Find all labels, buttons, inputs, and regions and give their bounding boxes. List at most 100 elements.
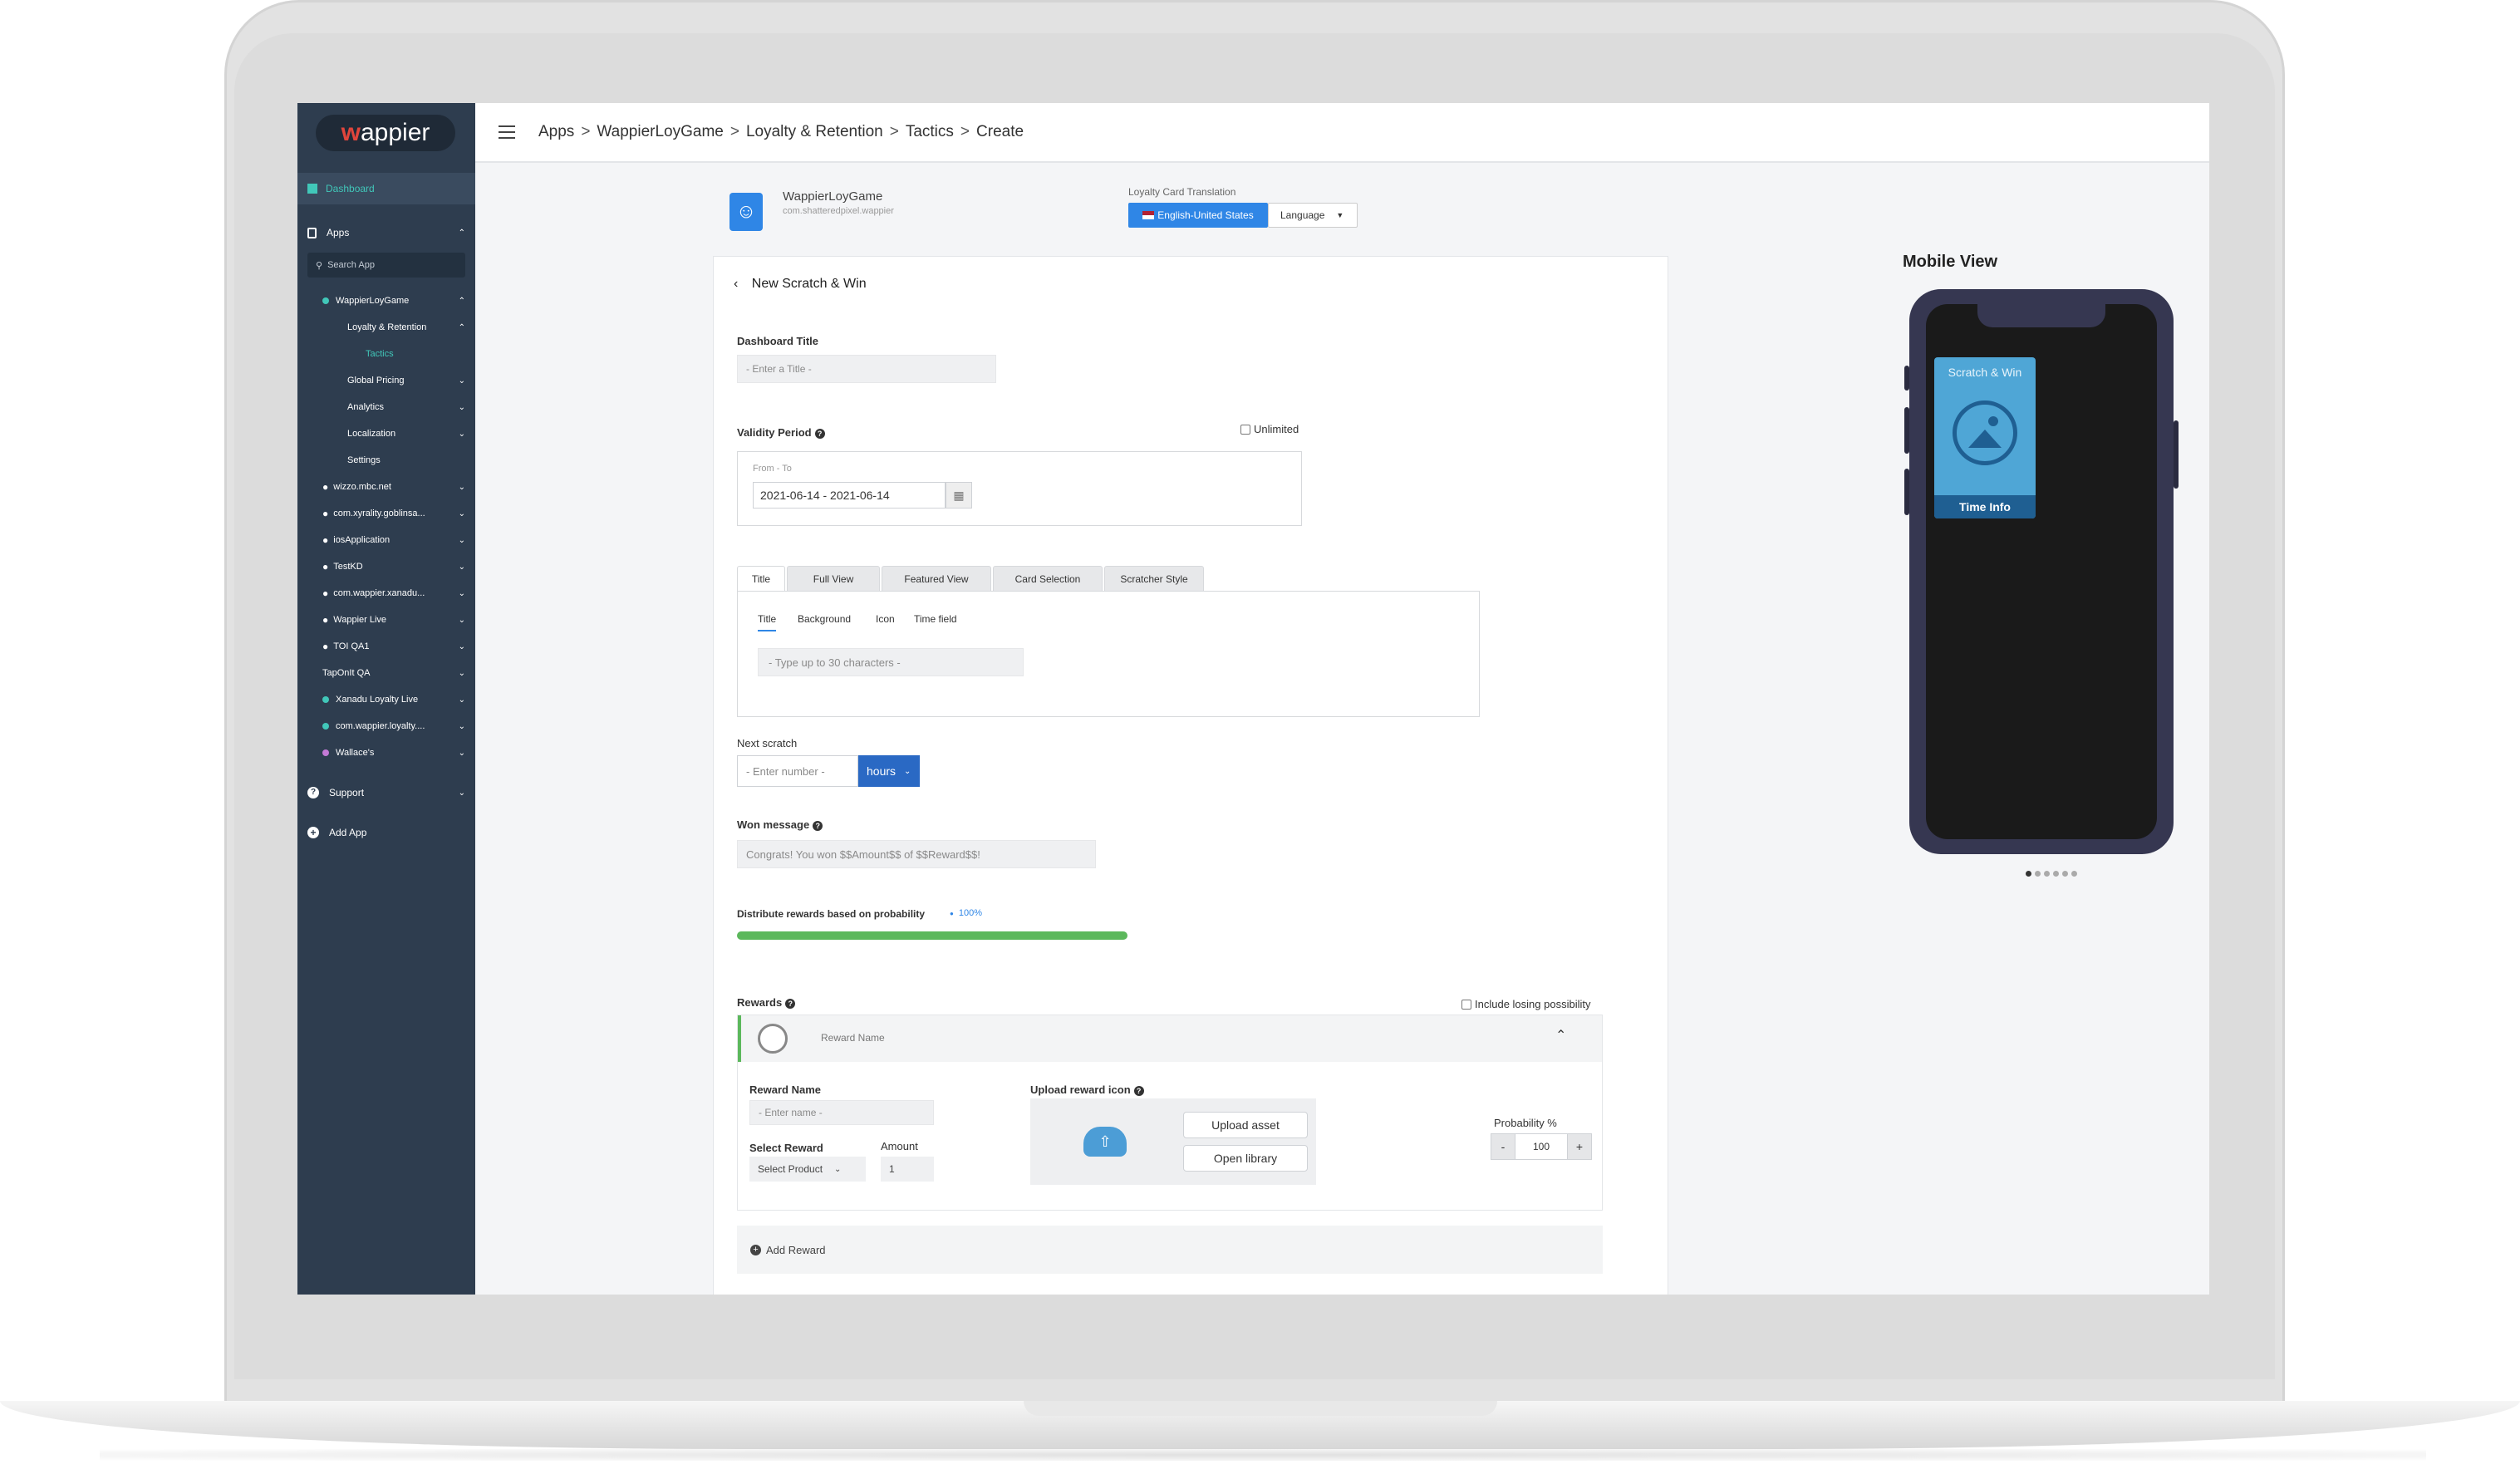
sidebar-app-item[interactable]: ● com.wappier.xanadu... ⌄ — [297, 583, 475, 603]
date-range-input[interactable]: 2021-06-14 - 2021-06-14 — [753, 482, 946, 509]
sidebar-app-item[interactable]: ● iosApplication ⌄ — [297, 530, 475, 550]
chevron-up-icon[interactable]: ⌃ — [1555, 1027, 1566, 1044]
select-reward-dropdown[interactable]: Select Product ⌄ — [749, 1157, 866, 1182]
sidebar-item-support[interactable]: ? Support ⌄ — [297, 783, 475, 803]
bullet-icon: ● — [950, 910, 954, 917]
breadcrumb-item[interactable]: Tactics — [906, 123, 954, 141]
upload-asset-button[interactable]: Upload asset — [1183, 1112, 1308, 1138]
language-dropdown[interactable]: Language ▼ — [1268, 203, 1358, 228]
title-text-input[interactable]: - Type up to 30 characters - — [758, 648, 1024, 676]
current-language-button[interactable]: English-United States — [1128, 203, 1268, 228]
sidebar-item-add-app[interactable]: + Add App — [297, 823, 475, 843]
sidebar-app-item[interactable]: WappierLoyGame ⌃ — [297, 291, 475, 311]
scratch-win-card-preview[interactable]: Scratch & Win Time Info — [1934, 357, 2036, 518]
plus-label: + — [1575, 1140, 1584, 1153]
subtab-time-field[interactable]: Time field — [914, 613, 957, 625]
apple-icon: ● — [322, 614, 329, 626]
dashboard-title-input[interactable]: - Enter a Title - — [737, 355, 996, 383]
upload-area[interactable]: ⇧ Upload asset Open library — [1030, 1098, 1316, 1185]
amount-input[interactable]: 1 — [881, 1157, 934, 1182]
logo[interactable]: w appier — [316, 115, 455, 151]
search-icon: ⚲ — [316, 260, 323, 271]
sidebar-app-item[interactable]: Wallace's ⌄ — [297, 743, 475, 763]
page-dot[interactable] — [2062, 871, 2068, 877]
probability-input[interactable]: 100 — [1515, 1133, 1567, 1160]
sidebar-app-item[interactable]: Settings — [297, 450, 475, 470]
form-title: New Scratch & Win — [751, 277, 867, 291]
minus-label: - — [1501, 1140, 1506, 1153]
breadcrumb-item[interactable]: Apps — [538, 123, 574, 141]
breadcrumb-item[interactable]: Loyalty & Retention — [746, 123, 883, 141]
help-icon: ? — [307, 787, 319, 798]
add-icon: + — [307, 827, 319, 838]
page-dot[interactable] — [2044, 871, 2050, 877]
decrement-button[interactable]: - — [1491, 1133, 1515, 1160]
chevron-down-icon: ⌄ — [458, 509, 465, 518]
tab-title[interactable]: Title — [737, 566, 785, 592]
add-reward-button[interactable]: + Add Reward — [737, 1226, 1603, 1274]
sidebar-app-item[interactable]: ● TestKD ⌄ — [297, 557, 475, 577]
help-icon[interactable]: ? — [785, 999, 796, 1009]
back-title[interactable]: ‹ New Scratch & Win — [734, 277, 867, 292]
sidebar-item-apps[interactable]: Apps ⌃ — [297, 223, 475, 243]
open-library-button[interactable]: Open library — [1183, 1145, 1308, 1172]
cloud-upload-icon: ⇧ — [1083, 1127, 1127, 1157]
page-dot[interactable] — [2071, 871, 2077, 877]
subtab-icon[interactable]: Icon — [876, 613, 895, 625]
card-footer: Time Info — [1934, 495, 2036, 518]
page-dot[interactable] — [2035, 871, 2041, 877]
chevron-up-icon: ⌃ — [458, 228, 465, 238]
calendar-icon[interactable]: ▦ — [946, 482, 972, 509]
search-placeholder: Search App — [327, 260, 375, 270]
increment-button[interactable]: + — [1567, 1133, 1592, 1160]
tab-card-selection[interactable]: Card Selection — [993, 566, 1103, 592]
unlimited-checkbox[interactable]: Unlimited — [1240, 423, 1299, 435]
sidebar-item-dashboard[interactable]: Dashboard — [297, 173, 475, 204]
subtab-title[interactable]: Title — [758, 613, 777, 631]
label-text: Upload reward icon — [1030, 1083, 1131, 1096]
card-title: Scratch & Win — [1948, 366, 2022, 379]
sidebar-app-item[interactable]: Analytics ⌄ — [297, 397, 475, 417]
distribute-label: Distribute rewards based on probability — [737, 908, 926, 920]
include-losing-checkbox[interactable]: Include losing possibility — [1461, 998, 1590, 1010]
time-unit-select[interactable]: hours ⌄ — [858, 755, 920, 787]
sidebar-item-label: Dashboard — [326, 183, 375, 194]
won-message-input[interactable]: Congrats! You won $$Amount$$ of $$Reward… — [737, 840, 1096, 868]
sidebar-app-item[interactable]: ● TOI QA1 ⌄ — [297, 636, 475, 656]
chevron-down-icon: ⌄ — [458, 402, 465, 412]
reward-item-header[interactable]: Reward Name ⌃ — [738, 1015, 1602, 1062]
checkbox-label: Include losing possibility — [1475, 998, 1591, 1010]
next-scratch-input[interactable]: - Enter number - — [737, 755, 858, 787]
image-placeholder-icon — [758, 1024, 788, 1054]
page-dot[interactable] — [2053, 871, 2059, 877]
chevron-down-icon: ⌄ — [458, 788, 465, 798]
sidebar-app-item[interactable]: com.wappier.loyalty.... ⌄ — [297, 716, 475, 736]
subtab-background[interactable]: Background — [798, 613, 851, 625]
time-unit-value: hours — [867, 764, 896, 778]
menu-icon[interactable] — [499, 125, 515, 139]
reward-header-name: Reward Name — [821, 1032, 885, 1044]
reward-name-input[interactable]: - Enter name - — [749, 1100, 934, 1125]
sidebar-app-item[interactable]: Localization ⌄ — [297, 424, 475, 444]
sidebar-app-item[interactable]: TapOnIt QA ⌄ — [297, 663, 475, 683]
sidebar-app-item[interactable]: Loyalty & Retention ⌃ — [297, 317, 475, 337]
tab-full-view[interactable]: Full View — [787, 566, 880, 592]
amount-value: 1 — [889, 1163, 895, 1175]
help-icon[interactable]: ? — [1133, 1086, 1144, 1096]
page-dot[interactable] — [2026, 871, 2031, 877]
search-app-input[interactable]: ⚲ Search App — [307, 253, 465, 278]
tab-scratcher-style[interactable]: Scratcher Style — [1104, 566, 1204, 592]
tab-featured-view[interactable]: Featured View — [882, 566, 991, 592]
sidebar-app-item[interactable]: Tactics — [297, 344, 475, 364]
sidebar-app-item[interactable]: Xanadu Loyalty Live ⌄ — [297, 690, 475, 710]
help-icon[interactable]: ? — [813, 821, 823, 831]
sidebar-app-item[interactable]: ● wizzo.mbc.net ⌄ — [297, 477, 475, 497]
help-icon[interactable]: ? — [814, 429, 825, 439]
placeholder: - Enter number - — [746, 764, 825, 778]
sidebar-app-label: WappierLoyGame — [336, 296, 410, 306]
breadcrumb-item[interactable]: WappierLoyGame — [597, 123, 723, 141]
sidebar-app-item[interactable]: Global Pricing ⌄ — [297, 371, 475, 391]
sidebar-app-item[interactable]: ● Wappier Live ⌄ — [297, 610, 475, 630]
sidebar-app-item[interactable]: ● com.xyrality.goblinsa... ⌄ — [297, 504, 475, 523]
distribute-value-text: 100% — [958, 908, 982, 918]
